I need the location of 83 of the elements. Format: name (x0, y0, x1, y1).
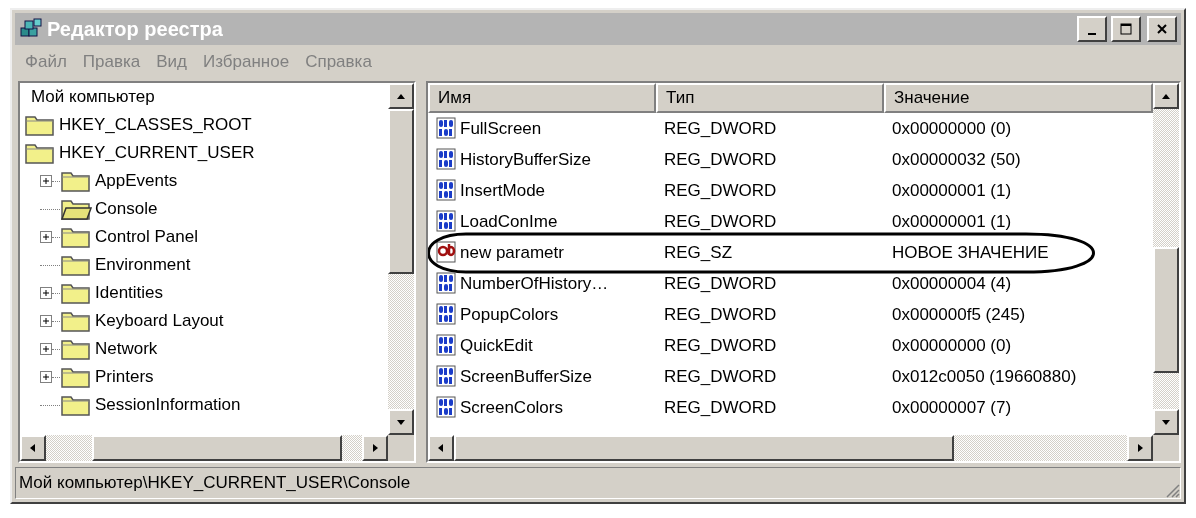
value-type: REG_DWORD (663, 180, 778, 201)
value-data: 0x000000f5 (245) (891, 304, 1027, 325)
binary-value-icon (436, 395, 458, 420)
value-data: 0x00000004 (4) (891, 273, 1013, 294)
expand-icon[interactable] (40, 175, 52, 187)
scroll-left-icon (436, 443, 446, 453)
minimize-icon (1088, 33, 1096, 35)
value-data: 0x00000001 (1) (891, 180, 1013, 201)
value-data: 0x00000000 (0) (891, 118, 1013, 139)
scrollbar-corner (1153, 435, 1179, 461)
registry-cubes-icon (19, 18, 43, 40)
value-type: REG_SZ (663, 242, 734, 263)
value-name[interactable]: NumberOfHistory… (460, 273, 609, 294)
value-type: REG_DWORD (663, 304, 778, 325)
tree-item[interactable]: Printers (92, 367, 157, 387)
binary-value-icon (436, 116, 458, 141)
value-name[interactable]: FullScreen (460, 118, 542, 139)
tree-item[interactable]: Control Panel (92, 227, 201, 247)
expand-icon[interactable] (40, 315, 52, 327)
binary-value-icon (436, 209, 458, 234)
value-name[interactable]: ScreenBufferSize (460, 366, 592, 387)
horizontal-scrollbar[interactable] (20, 435, 388, 461)
close-icon (1156, 23, 1168, 35)
scroll-left-icon (28, 443, 38, 453)
binary-value-icon (436, 364, 458, 389)
value-type: REG_DWORD (663, 366, 778, 387)
value-type: REG_DWORD (663, 335, 778, 356)
binary-value-icon (436, 271, 458, 296)
value-name[interactable]: ScreenColors (460, 397, 563, 418)
value-data: 0x00000001 (1) (891, 211, 1013, 232)
value-data: 0x00000000 (0) (891, 335, 1013, 356)
value-data: НОВОЕ ЗНАЧЕНИЕ (891, 242, 1050, 263)
tree-item[interactable]: HKEY_CLASSES_ROOT (56, 115, 255, 135)
value-type: REG_DWORD (663, 211, 778, 232)
value-type: REG_DWORD (663, 118, 778, 139)
scroll-right-icon (370, 443, 380, 453)
tree-item[interactable]: Мой компьютер (28, 87, 158, 107)
column-header[interactable]: Тип (656, 83, 884, 113)
scroll-right-icon (1135, 443, 1145, 453)
tree-item[interactable]: Network (92, 339, 161, 359)
value-data: 0x00000007 (7) (891, 397, 1013, 418)
value-name[interactable]: InsertMode (460, 180, 546, 201)
value-name[interactable]: QuickEdit (460, 335, 533, 356)
scroll-down-icon (1161, 417, 1171, 427)
string-value-icon (436, 240, 458, 265)
vertical-scrollbar[interactable] (1153, 83, 1179, 435)
expand-icon[interactable] (40, 371, 52, 383)
tree-item[interactable]: SessionInformation (92, 395, 244, 415)
expand-icon[interactable] (40, 231, 52, 243)
value-type: REG_DWORD (663, 273, 778, 294)
value-name[interactable]: LoadConIme (460, 211, 558, 232)
tree-item[interactable]: HKEY_CURRENT_USER (56, 143, 258, 163)
status-path: Мой компьютер\HKEY_CURRENT_USER\Console (19, 473, 411, 493)
horizontal-scrollbar[interactable] (428, 435, 1153, 461)
value-data: 0x012c0050 (19660880) (891, 366, 1078, 387)
binary-value-icon (436, 147, 458, 172)
value-name[interactable]: PopupColors (460, 304, 559, 325)
scrollbar-corner (388, 435, 414, 461)
value-type: REG_DWORD (663, 149, 778, 170)
vertical-scrollbar[interactable] (388, 83, 414, 435)
value-type: REG_DWORD (663, 397, 778, 418)
tree-item[interactable]: Keyboard Layout (92, 311, 227, 331)
resize-grip-icon[interactable] (1164, 482, 1180, 498)
tree-item[interactable]: AppEvents (92, 171, 181, 191)
value-name[interactable]: new parametr (460, 242, 564, 263)
value-data: 0x00000032 (50) (891, 149, 1022, 170)
column-header[interactable]: Имя (428, 83, 656, 113)
tree-item[interactable]: Environment (92, 255, 194, 275)
binary-value-icon (436, 302, 458, 327)
close-button[interactable] (1147, 16, 1177, 42)
tree-item[interactable]: Console (92, 199, 161, 219)
expand-icon[interactable] (40, 287, 52, 299)
scroll-down-icon (396, 417, 406, 427)
minimize-button[interactable] (1077, 16, 1107, 42)
maximize-button[interactable] (1111, 16, 1141, 42)
maximize-icon (1120, 23, 1132, 35)
binary-value-icon (436, 333, 458, 358)
window-title: Редактор реестра (47, 17, 224, 41)
tree-item[interactable]: Identities (92, 283, 167, 303)
column-header[interactable]: Значение (884, 83, 1153, 113)
binary-value-icon (436, 178, 458, 203)
value-name[interactable]: HistoryBufferSize (460, 149, 591, 170)
expand-icon[interactable] (40, 343, 52, 355)
